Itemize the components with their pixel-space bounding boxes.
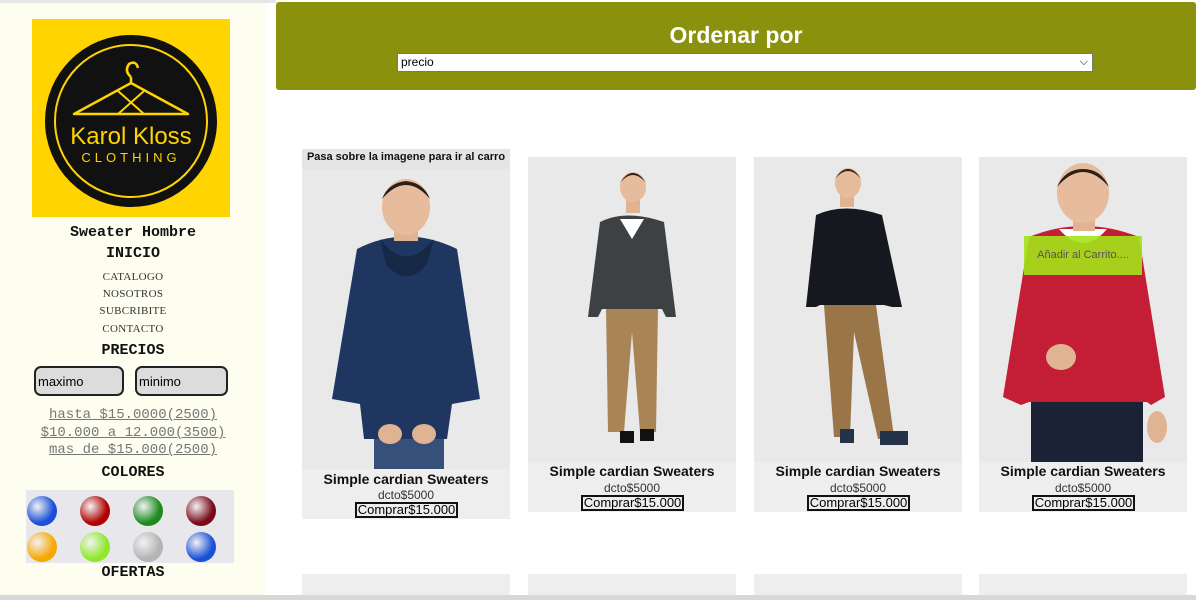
product-image-1[interactable] bbox=[302, 169, 510, 469]
price-range-link-2[interactable]: $10.000 a 12.000(3500) bbox=[0, 425, 266, 441]
hover-hint: Pasa sobre la imagene para ir al carro bbox=[302, 149, 510, 169]
nav-item-catalogo[interactable]: CATALOGO bbox=[0, 271, 266, 283]
buy-button[interactable]: Comprar$15.000 bbox=[581, 495, 684, 511]
brand-logo[interactable]: Karol Kloss CLOTHING bbox=[32, 19, 230, 217]
product-card-1: Pasa sobre la imagene para ir al carro S… bbox=[302, 149, 510, 519]
product-name: Simple cardian Sweaters bbox=[775, 463, 941, 479]
add-to-cart-overlay[interactable]: Añadir al Carrito.... bbox=[1024, 236, 1142, 275]
nav-item-subcribite[interactable]: SUBCRIBITE bbox=[0, 305, 266, 317]
nav-item-nosotros[interactable]: NOSOTROS bbox=[0, 288, 266, 300]
offers-heading: OFERTAS bbox=[101, 564, 165, 581]
product-name: Simple cardian Sweaters bbox=[1000, 463, 1166, 479]
buy-button[interactable]: Comprar$15.000 bbox=[355, 502, 458, 518]
nav-item-contacto[interactable]: CONTACTO bbox=[0, 323, 266, 335]
color-swatch-lime[interactable] bbox=[80, 532, 110, 562]
sort-header: Ordenar por precio ⌵ bbox=[276, 2, 1196, 90]
buy-button[interactable]: Comprar$15.000 bbox=[1032, 495, 1135, 511]
product-image-2[interactable] bbox=[528, 157, 736, 462]
product-discount: dcto$5000 bbox=[1054, 481, 1112, 495]
color-swatch-red[interactable] bbox=[80, 496, 110, 526]
product-discount: dcto$5000 bbox=[377, 488, 435, 502]
color-swatch-orange[interactable] bbox=[27, 532, 57, 562]
color-swatch-green[interactable] bbox=[133, 496, 163, 526]
nav-home-link[interactable]: INICIO bbox=[0, 245, 266, 262]
product-discount: dcto$5000 bbox=[829, 481, 887, 495]
colors-heading: COLORES bbox=[101, 464, 165, 481]
sort-select[interactable]: precio ⌵ bbox=[397, 53, 1093, 72]
product-name: Simple cardian Sweaters bbox=[323, 471, 489, 487]
product-card-4: Simple cardian Sweaters dcto$5000 Compra… bbox=[979, 157, 1187, 512]
max-price-input[interactable] bbox=[34, 366, 124, 396]
prices-heading: PRECIOS bbox=[101, 342, 165, 359]
product-card-3: Simple cardian Sweaters dcto$5000 Compra… bbox=[754, 157, 962, 512]
product-image-4[interactable] bbox=[979, 157, 1187, 462]
price-range-link-3[interactable]: mas de $15.000(2500) bbox=[0, 442, 266, 458]
sort-select-value: precio bbox=[401, 55, 434, 69]
product-image-3[interactable] bbox=[754, 157, 962, 462]
min-price-input[interactable] bbox=[135, 366, 228, 396]
color-swatch-blue-2[interactable] bbox=[186, 532, 216, 562]
color-swatch-panel bbox=[26, 490, 234, 563]
horizontal-scrollbar[interactable] bbox=[0, 595, 1196, 600]
product-name: Simple cardian Sweaters bbox=[549, 463, 715, 479]
color-swatch-silver[interactable] bbox=[133, 532, 163, 562]
color-swatch-maroon[interactable] bbox=[186, 496, 216, 526]
buy-button[interactable]: Comprar$15.000 bbox=[807, 495, 910, 511]
category-heading: Sweater Hombre bbox=[69, 224, 197, 241]
price-range-link-1[interactable]: hasta $15.0000(2500) bbox=[0, 407, 266, 423]
svg-text:CLOTHING: CLOTHING bbox=[81, 150, 180, 165]
svg-text:Karol Kloss: Karol Kloss bbox=[70, 123, 191, 150]
sort-title: Ordenar por bbox=[669, 22, 803, 48]
color-swatch-blue[interactable] bbox=[27, 496, 57, 526]
product-discount: dcto$5000 bbox=[603, 481, 661, 495]
pants-shape bbox=[1031, 395, 1143, 462]
product-card-2: Simple cardian Sweaters dcto$5000 Compra… bbox=[528, 157, 736, 512]
logo-emblem: Karol Kloss CLOTHING bbox=[45, 35, 217, 207]
chevron-down-icon: ⌵ bbox=[1079, 56, 1088, 68]
